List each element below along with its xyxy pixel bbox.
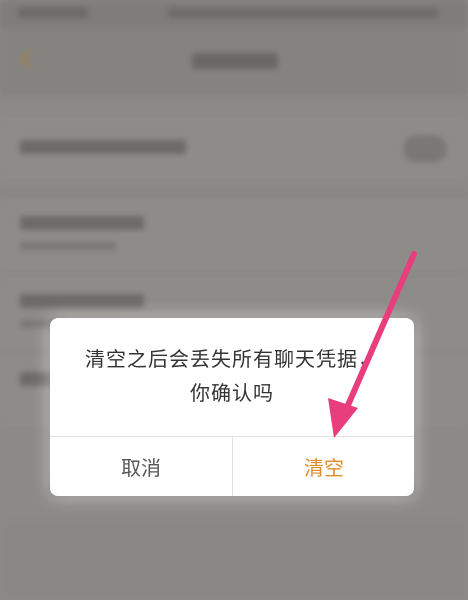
settings-row-sublabel [20,242,116,250]
section-divider [0,192,468,193]
clear-button[interactable]: 清空 [233,437,414,496]
toggle-switch[interactable] [404,136,446,162]
status-bar [0,0,468,28]
title-bar [0,28,468,95]
app-screen: 清空之后会丢失所有聊天凭据，你确认吗 取消 清空 [0,0,468,600]
settings-row-toggle[interactable] [0,118,468,178]
status-bar-right [168,8,438,18]
cancel-button[interactable]: 取消 [50,437,232,496]
settings-row-label [20,140,186,154]
back-arrow-icon[interactable] [16,48,38,70]
bottom-area [0,520,468,600]
settings-row-label [20,294,144,308]
confirm-clear-dialog: 清空之后会丢失所有聊天凭据，你确认吗 取消 清空 [50,318,414,496]
page-title [192,53,278,69]
dialog-message: 清空之后会丢失所有聊天凭据，你确认吗 [85,347,379,405]
settings-row-label [20,216,144,230]
blurred-background-page [0,0,468,600]
status-bar-left [18,8,88,18]
settings-row[interactable] [0,200,468,270]
